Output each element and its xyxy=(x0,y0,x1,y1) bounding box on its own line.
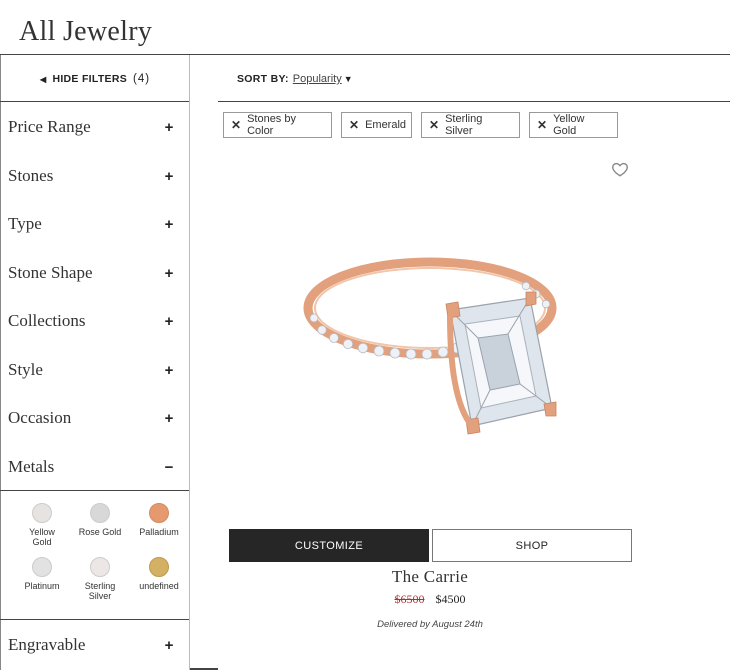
collapse-minus-icon: − xyxy=(164,458,174,476)
filter-label: Metals xyxy=(8,457,55,476)
filter-collections[interactable]: Collections + xyxy=(8,309,174,333)
heart-icon[interactable] xyxy=(611,160,629,178)
sort-value[interactable]: Popularity xyxy=(293,73,342,85)
sidebar-divider-top xyxy=(0,101,189,102)
remove-x-icon[interactable]: ✕ xyxy=(231,118,241,132)
filter-label: Price Range xyxy=(8,117,91,136)
expand-plus-icon: + xyxy=(164,312,174,330)
active-filter-chip[interactable]: ✕ Yellow Gold xyxy=(529,112,618,138)
filter-label: Type xyxy=(8,214,42,233)
hide-filters-button[interactable]: ◀ HIDE FILTERS (4) xyxy=(40,73,150,85)
filter-price-range[interactable]: Price Range + xyxy=(8,115,174,139)
product-prices: $6500 $4500 xyxy=(330,592,530,607)
filter-style[interactable]: Style + xyxy=(8,358,174,382)
chip-label: Emerald xyxy=(365,119,407,131)
filter-type[interactable]: Type + xyxy=(8,212,174,236)
original-price: $6500 xyxy=(394,592,425,606)
metals-divider-bottom xyxy=(0,619,189,620)
sale-price: $4500 xyxy=(435,592,466,606)
filter-label: Occasion xyxy=(8,408,72,427)
swatch-platinum[interactable]: Platinum xyxy=(20,557,64,591)
page-title: All Jewelry xyxy=(19,16,153,47)
filter-label: Collections xyxy=(8,311,86,330)
product-image-ring[interactable] xyxy=(300,220,570,450)
metal-color-dot xyxy=(90,557,110,577)
filter-label: Stone Shape xyxy=(8,263,93,282)
metal-color-dot xyxy=(149,557,169,577)
swatch-yellow-gold[interactable]: Yellow Gold xyxy=(20,503,64,547)
chip-label: Yellow Gold xyxy=(553,113,585,137)
swatch-sterling-silver[interactable]: Sterling Silver xyxy=(78,557,122,601)
expand-plus-icon: + xyxy=(164,361,174,379)
caret-down-icon: ▼ xyxy=(343,74,353,84)
remove-x-icon[interactable]: ✕ xyxy=(349,118,359,132)
remove-x-icon[interactable]: ✕ xyxy=(537,118,547,132)
shop-button[interactable]: SHOP xyxy=(432,529,632,562)
expand-plus-icon: + xyxy=(164,636,174,654)
swatch-label: Palladium xyxy=(139,527,179,537)
swatch-label: Rose Gold xyxy=(78,527,122,537)
filter-occasion[interactable]: Occasion + xyxy=(8,406,174,430)
metal-color-dot xyxy=(32,503,52,523)
delivery-estimate: Delivered by August 24th xyxy=(377,619,483,630)
filter-stones[interactable]: Stones + xyxy=(8,164,174,188)
filter-stone-shape[interactable]: Stone Shape + xyxy=(8,261,174,285)
filter-label: Engravable xyxy=(8,635,86,654)
customize-button[interactable]: CUSTOMIZE xyxy=(229,529,429,562)
sort-control[interactable]: SORT BY: Popularity ▼ xyxy=(237,73,353,85)
swatch-label: Yellow Gold xyxy=(29,527,55,547)
expand-plus-icon: + xyxy=(164,167,174,185)
active-filter-chip[interactable]: ✕ Emerald xyxy=(341,112,412,138)
expand-plus-icon: + xyxy=(164,215,174,233)
chip-label: Stones by Color xyxy=(247,113,296,137)
filter-label: Stones xyxy=(8,166,54,185)
swatch-rose-gold[interactable]: Rose Gold xyxy=(78,503,122,537)
swatch-undefined[interactable]: undefined xyxy=(137,557,181,591)
expand-plus-icon: + xyxy=(164,264,174,282)
product-name[interactable]: The Carrie xyxy=(330,567,530,587)
swatch-label: undefined xyxy=(139,581,179,591)
swatch-label: Platinum xyxy=(24,581,60,591)
filter-label: Style xyxy=(8,360,43,379)
active-filter-chip[interactable]: ✕ Stones by Color xyxy=(223,112,332,138)
active-filter-chip[interactable]: ✕ Sterling Silver xyxy=(421,112,520,138)
metals-divider-top xyxy=(0,490,189,491)
sort-label: SORT BY: xyxy=(237,73,289,85)
main-divider xyxy=(218,101,730,102)
metal-color-dot xyxy=(32,557,52,577)
active-filter-count: (4) xyxy=(133,73,151,85)
metal-color-dot xyxy=(90,503,110,523)
remove-x-icon[interactable]: ✕ xyxy=(429,118,439,132)
filter-engravable[interactable]: Engravable + xyxy=(8,633,174,657)
hide-filters-label: HIDE FILTERS xyxy=(52,73,128,85)
chip-label: Sterling Silver xyxy=(445,113,483,137)
swatch-label: Sterling Silver xyxy=(84,581,116,601)
metal-color-dot xyxy=(149,503,169,523)
caret-left-icon: ◀ xyxy=(40,74,47,84)
swatch-palladium[interactable]: Palladium xyxy=(137,503,181,537)
expand-plus-icon: + xyxy=(164,409,174,427)
filter-metals[interactable]: Metals − xyxy=(8,455,174,479)
expand-plus-icon: + xyxy=(164,118,174,136)
